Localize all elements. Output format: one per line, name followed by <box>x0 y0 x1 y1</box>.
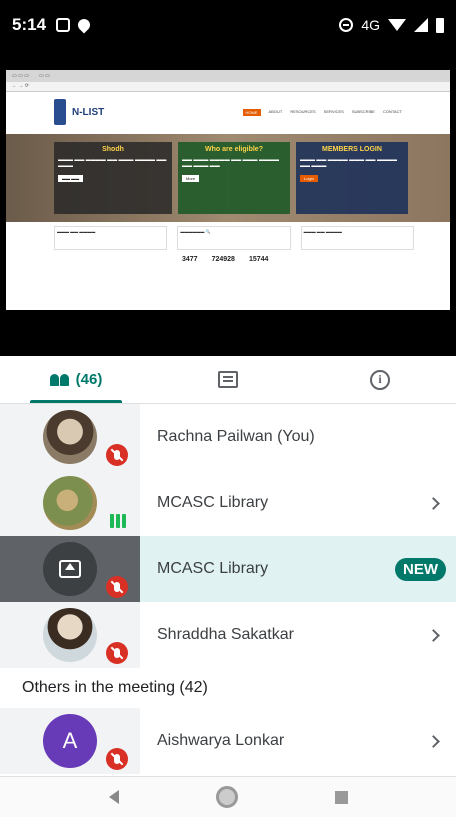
mic-off-icon <box>106 576 128 598</box>
tab-chat[interactable] <box>152 356 304 403</box>
status-time: 5:14 <box>12 15 47 34</box>
participant-row[interactable]: Shraddha Sakatkar <box>0 602 456 668</box>
people-icon <box>49 373 70 386</box>
site-logo <box>54 99 66 125</box>
network-label: 4G <box>361 17 380 33</box>
participant-name: Rachna Pailwan (You) <box>157 428 315 445</box>
browser-address-bar: ← → ⟳ <box>6 82 450 92</box>
site-card-login: MEMBERS LOGIN ▬▬▬ ▬▬ ▬▬▬▬ ▬▬▬ ▬▬ ▬▬▬▬ ▬▬… <box>296 142 408 214</box>
screenshot-icon <box>56 18 71 32</box>
signal-icon <box>414 18 428 32</box>
back-icon[interactable] <box>108 790 119 804</box>
status-bar: 5:14 4G <box>0 0 456 50</box>
avatar <box>43 476 97 530</box>
site-nav-item: SERVICES <box>323 108 344 114</box>
info-icon: i <box>370 369 390 390</box>
system-nav-bar <box>0 776 456 817</box>
new-badge: NEW <box>395 557 446 581</box>
site-nav-item: CONTACT <box>382 108 402 114</box>
mic-off-icon <box>106 748 128 770</box>
shared-browser-window: ▭ ▭ ▭ ▭ ▭ ← → ⟳ N-LIST HOME ABOUT RESOURC… <box>6 70 450 310</box>
mic-off-icon <box>106 444 128 466</box>
browser-tab-strip: ▭ ▭ ▭ ▭ ▭ <box>6 70 450 82</box>
site-nav-item: RESOURCES <box>290 108 316 114</box>
present-screen-icon <box>59 560 81 578</box>
site-hero: Shodh ▬▬▬ ▬▬ ▬▬▬▬ ▬▬ ▬▬▬ ▬▬▬▬ ▬▬ ▬▬▬ ▬▬ … <box>6 134 450 222</box>
site-card-eligible: Who are eligible? ▬▬ ▬▬▬ ▬▬▬▬ ▬▬ ▬▬▬ ▬▬▬… <box>178 142 290 214</box>
avatar-initial: A <box>43 714 97 768</box>
shared-screen-view[interactable]: ▭ ▭ ▭ ▭ ▭ ← → ⟳ N-LIST HOME ABOUT RESOURC… <box>0 50 456 356</box>
location-icon <box>75 16 93 34</box>
avatar <box>43 542 97 596</box>
people-count: (46) <box>75 371 103 388</box>
home-icon[interactable] <box>215 786 238 808</box>
dnd-icon <box>339 18 354 32</box>
participant-row-presenting[interactable]: MCASC Library NEW <box>0 536 456 602</box>
avatar <box>43 608 97 662</box>
recent-apps-icon[interactable] <box>334 790 348 804</box>
site-nav-item: SUBSCRIBE <box>351 108 375 114</box>
site-nav: HOME ABOUT RESOURCES SERVICES SUBSCRIBE … <box>242 108 402 116</box>
site-stats: 3477 724928 15744 <box>182 256 269 263</box>
participant-name: MCASC Library <box>157 560 269 577</box>
mic-off-icon <box>106 642 128 664</box>
site-nav-item: ABOUT <box>268 108 283 114</box>
chevron-right-icon[interactable] <box>427 734 440 748</box>
participant-name: Shraddha Sakatkar <box>157 626 294 643</box>
site-card-shodh: Shodh ▬▬▬ ▬▬ ▬▬▬▬ ▬▬ ▬▬▬ ▬▬▬▬ ▬▬ ▬▬▬ ▬▬ … <box>54 142 172 214</box>
participant-row[interactable]: MCASC Library <box>0 470 456 536</box>
participant-row[interactable]: Rachna Pailwan (You) <box>0 404 456 470</box>
chevron-right-icon[interactable] <box>427 628 440 642</box>
tab-info[interactable]: i <box>304 356 456 403</box>
site-lower-section: ▬▬▬ ▬▬ ▬▬▬▬ ▬▬▬▬▬▬ 🔍 ▬▬▬ ▬▬ ▬▬▬▬ 3477 72… <box>54 226 414 263</box>
chevron-right-icon[interactable] <box>427 496 440 510</box>
website-content: N-LIST HOME ABOUT RESOURCES SERVICES SUB… <box>6 92 450 310</box>
participant-name: Aishwarya Lonkar <box>157 732 285 749</box>
participant-row[interactable]: A Aishwarya Lonkar <box>0 708 456 774</box>
panel-tabs: (46) i <box>0 356 456 404</box>
site-nav-item: HOME <box>242 108 261 116</box>
avatar <box>43 410 97 464</box>
site-title: N-LIST <box>72 106 105 118</box>
chat-icon <box>218 371 238 388</box>
battery-icon <box>436 17 444 33</box>
others-section-header: Others in the meeting (42) <box>22 679 208 696</box>
participants-list[interactable]: Rachna Pailwan (You) MCASC Library MCASC… <box>0 404 456 776</box>
speaking-indicator-icon <box>110 514 126 528</box>
wifi-icon <box>388 19 406 31</box>
tab-people[interactable]: (46) <box>0 356 152 403</box>
participant-name: MCASC Library <box>157 494 269 511</box>
